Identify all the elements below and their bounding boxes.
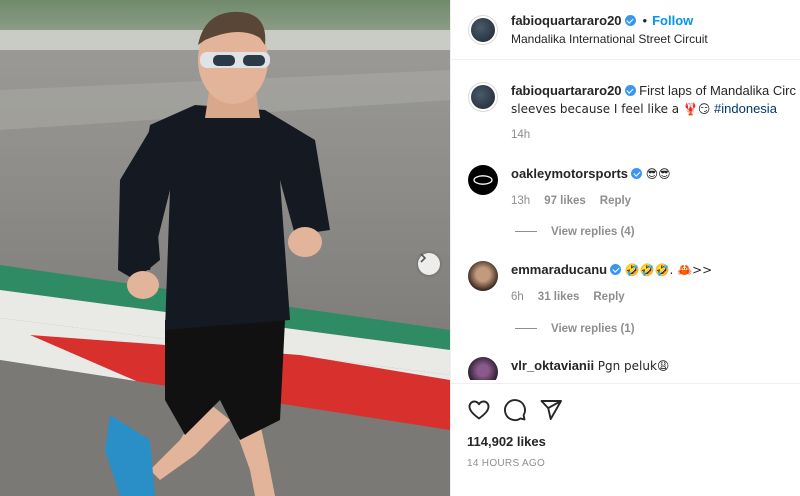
comment-1-meta: 13h 97 likes Reply [511, 195, 631, 207]
comment-3-username[interactable]: vlr_oktavianii [511, 358, 594, 373]
comment-2-likes[interactable]: 31 likes [538, 291, 580, 303]
follow-button[interactable]: Follow [652, 13, 693, 28]
comment-2-meta: 6h 31 likes Reply [511, 291, 625, 303]
verified-badge-icon [624, 15, 636, 26]
runner-photo-illustration [0, 0, 450, 496]
comment-2-text-line: emmaraducanu 🤣🤣🤣. 🦀>> [511, 261, 712, 279]
comment-2-time: 6h [511, 291, 524, 303]
comment-2-avatar[interactable] [468, 261, 498, 291]
post-details-panel: fabioquartararo20 • Follow Mandalika Inter… [450, 0, 800, 496]
likes-count[interactable]: 114,902 likes [467, 434, 546, 449]
comment-1-view-replies-button[interactable]: View replies (4) [515, 226, 635, 238]
comment-3-avatar[interactable] [468, 357, 498, 380]
posted-time: 14 HOURS AGO [467, 458, 546, 469]
verified-badge-icon [631, 168, 643, 179]
comment-3-text-line: vlr_oktavianii Pgn peluk😩 [511, 357, 669, 375]
comment-1-time: 13h [511, 195, 531, 207]
author-line: fabioquartararo20 • Follow [511, 13, 693, 28]
caption-author-avatar[interactable] [468, 82, 498, 112]
heart-icon[interactable] [467, 398, 491, 422]
share-icon[interactable] [539, 398, 563, 422]
chevron-right-icon [420, 253, 427, 263]
replies-divider [515, 231, 537, 233]
author-username[interactable]: fabioquartararo20 [511, 13, 622, 28]
caption-author-username[interactable]: fabioquartararo20 [511, 83, 622, 98]
comment-2-text: 🤣🤣🤣. 🦀>> [624, 263, 713, 277]
post-photo[interactable] [0, 0, 450, 496]
comment-1-reply-button[interactable]: Reply [600, 195, 631, 207]
verified-badge-icon [610, 264, 622, 275]
comment-2-username[interactable]: emmaraducanu [511, 262, 607, 277]
caption-line-2: sleeves because I feel like a 🦞😏 #indone… [511, 100, 777, 118]
caption-hashtag-link[interactable]: #indonesia [714, 101, 777, 116]
caption-line-1: fabioquartararo20 First laps of Mandalik… [511, 82, 796, 100]
caption-text-part-2: sleeves because I feel like a 🦞😏 [511, 102, 711, 116]
post-location[interactable]: Mandalika International Street Circuit [511, 32, 708, 46]
comment-1-text-line: oakleymotorsports 😎😎 [511, 165, 671, 183]
comment-1-username[interactable]: oakleymotorsports [511, 166, 628, 181]
oakley-logo-icon [473, 175, 493, 185]
author-avatar[interactable] [468, 15, 498, 45]
comment-1-avatar[interactable] [468, 165, 498, 195]
comment-1-text: 😎😎 [645, 167, 671, 181]
caption-text-part-1: First laps of Mandalika Circ [639, 83, 796, 98]
comment-icon[interactable] [503, 398, 527, 422]
post-actions: 114,902 likes 14 HOURS AGO [451, 383, 800, 496]
carousel-next-button[interactable] [418, 253, 440, 275]
post-header: fabioquartararo20 • Follow Mandalika Inter… [451, 0, 800, 60]
caption-time: 14h [511, 129, 531, 141]
caption-meta: 14h [511, 129, 530, 141]
comment-3-text: Pgn peluk😩 [597, 359, 670, 373]
comment-2-reply-button[interactable]: Reply [593, 291, 624, 303]
comment-1-likes[interactable]: 97 likes [544, 195, 586, 207]
comments-section[interactable]: fabioquartararo20 First laps of Mandalik… [451, 60, 800, 380]
verified-badge-icon [624, 85, 636, 96]
comment-1-view-replies-label: View replies (4) [551, 226, 635, 238]
separator-dot: • [642, 13, 648, 28]
replies-divider [515, 328, 537, 330]
comment-2-view-replies-label: View replies (1) [551, 323, 635, 335]
comment-2-view-replies-button[interactable]: View replies (1) [515, 323, 635, 335]
